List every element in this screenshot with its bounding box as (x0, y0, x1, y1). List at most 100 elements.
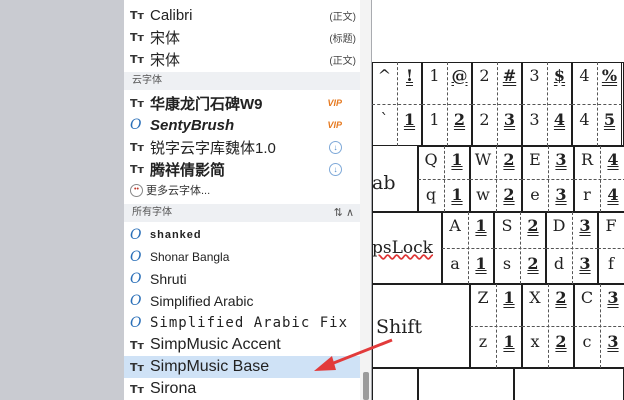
key-divider (418, 179, 470, 180)
font-item[interactable]: Tᴛ 腾祥倩影简 ↓ (124, 158, 360, 180)
key-char: 3 (579, 216, 591, 235)
key-divider (572, 104, 622, 105)
key-divider (470, 326, 522, 327)
font-name: Shonar Bangla (150, 250, 230, 264)
key-char: 4 (579, 110, 590, 129)
key-char: 4 (579, 66, 590, 85)
download-icon[interactable]: ↓ (329, 162, 342, 176)
font-name: 华康龙门石碑W9 (150, 95, 263, 113)
key-divider (422, 104, 472, 105)
key-divider (598, 248, 624, 249)
key-char: 3 (607, 332, 619, 351)
key-char: 3 (555, 150, 567, 169)
key-char: 4 (607, 185, 619, 204)
cloud-fonts-header: 云字体 (124, 72, 360, 90)
document-area[interactable]: ^ `! 1 1 1 @2 2 2 #3 3 3 $4 4 4% 5 ab Qq11Ww22Ee33Rr44… (372, 0, 624, 400)
font-item[interactable]: O Simplified Arabic Fix (124, 312, 360, 334)
key-char: e (530, 185, 540, 204)
key-char: 3 (529, 110, 540, 129)
key-char: F (605, 216, 617, 235)
key-char: c (582, 332, 592, 351)
truetype-font-icon: Tᴛ (130, 162, 144, 176)
key-char: S (501, 216, 513, 235)
key-row5-c (514, 368, 624, 400)
font-dropdown[interactable]: Tᴛ Calibri (正文) Tᴛ 宋体 (标题) Tᴛ 宋体 (正文) 云字体 Tᴛ 华康龙门石碑… (124, 0, 372, 400)
font-name: 腾祥倩影简 (150, 161, 226, 179)
key-char: 2 (503, 185, 515, 204)
key-char: x (530, 332, 540, 351)
key-row5-b (418, 368, 514, 400)
font-usage-tag: (标题) (329, 33, 356, 45)
key-char: 1 (475, 254, 487, 273)
truetype-font-icon: Tᴛ (130, 338, 144, 352)
key-char: 4 (553, 110, 566, 129)
font-name: SimpMusic Base (150, 358, 270, 375)
font-usage-tag: (正文) (329, 55, 356, 67)
font-name: 宋体 (150, 51, 181, 69)
font-item[interactable]: O SentyBrush VIP (124, 114, 360, 136)
key-divider (522, 104, 572, 105)
key-divider (472, 104, 522, 105)
key-char: % (601, 66, 618, 85)
key-char: 1 (451, 185, 463, 204)
key-char: w (476, 185, 490, 204)
font-item[interactable]: Tᴛ Calibri (正文) (124, 4, 360, 26)
font-item[interactable]: O Simplified Arabic (124, 290, 360, 312)
truetype-font-icon: Tᴛ (130, 382, 144, 396)
font-usage-tag: (正文) (329, 11, 356, 23)
key-char: 3 (555, 185, 567, 204)
opentype-font-icon: O (130, 315, 142, 331)
shift-key-label: Shift (376, 316, 422, 338)
font-item[interactable]: Tᴛ 宋体 (标题) (124, 26, 360, 48)
key-divider (574, 326, 624, 327)
key-char: 1 (475, 216, 487, 235)
key-char: E (529, 150, 541, 169)
font-item[interactable]: Tᴛ SimpMusic Base (124, 356, 360, 378)
key-char: f (608, 254, 614, 273)
truetype-font-icon: Tᴛ (130, 8, 144, 22)
key-char: W (474, 150, 492, 169)
key-char: 2 (555, 332, 567, 351)
more-icon: •• (130, 183, 143, 197)
key-char: 5 (603, 110, 616, 129)
key-char: 1 (429, 66, 440, 85)
font-item[interactable]: Tᴛ Sirona (124, 378, 360, 400)
key-divider (442, 248, 494, 249)
all-fonts-header: 所有字体 ⇅ ∧ (124, 204, 360, 222)
opentype-font-icon: O (130, 249, 142, 265)
key-char: 1 (429, 110, 440, 129)
key-divider (470, 179, 522, 180)
download-icon[interactable]: ↓ (329, 140, 342, 154)
key-char: s (502, 254, 512, 273)
key-char: 2 (527, 216, 539, 235)
font-item[interactable]: Tᴛ 锐字云字库魏体1.0 ↓ (124, 136, 360, 158)
font-item[interactable]: Oshanked (124, 224, 360, 246)
font-name: SentyBrush (150, 116, 235, 134)
vip-badge: VIP (327, 120, 342, 130)
key-char: 1 (403, 110, 416, 129)
more-cloud-fonts-link[interactable]: •• 更多云字体... (130, 182, 210, 198)
key-char: @ (451, 66, 468, 85)
collapse-icon[interactable]: ⇅ ∧ (334, 204, 354, 222)
opentype-font-icon: O (130, 227, 142, 243)
font-item[interactable]: Tᴛ 华康龙门石碑W9 VIP (124, 92, 360, 114)
key-char: 2 (479, 66, 490, 85)
scrollbar-thumb[interactable] (363, 372, 369, 400)
truetype-font-icon: Tᴛ (130, 30, 144, 44)
font-list-scrollbar[interactable] (360, 0, 371, 400)
font-item[interactable]: Tᴛ SimpMusic Accent (124, 334, 360, 356)
font-name: SimpMusic Accent (150, 336, 281, 353)
key-char: 2 (453, 110, 466, 129)
font-item[interactable]: O Shruti (124, 268, 360, 290)
key-char: 1 (503, 288, 515, 307)
key-divider (522, 179, 574, 180)
font-item[interactable]: O Shonar Bangla (124, 246, 360, 268)
app-background (0, 0, 124, 400)
key-char: C (580, 288, 594, 307)
font-name: Sirona (150, 380, 197, 397)
key-divider (372, 104, 422, 105)
key-char: q (425, 185, 437, 204)
key-char: r (583, 185, 591, 204)
font-item[interactable]: Tᴛ 宋体 (正文) (124, 48, 360, 70)
more-cloud-fonts-label: 更多云字体... (146, 185, 211, 197)
